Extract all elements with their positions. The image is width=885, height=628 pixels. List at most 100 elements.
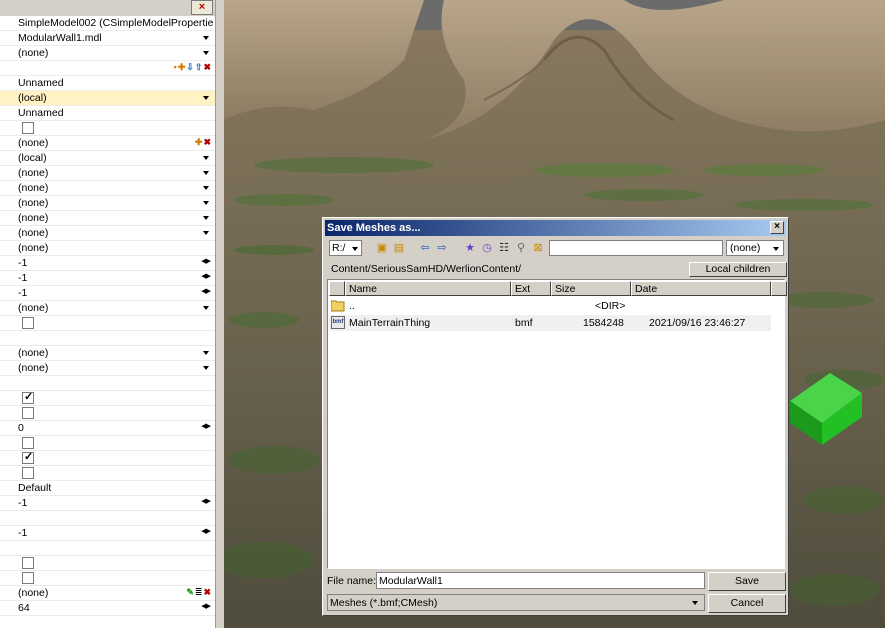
property-row[interactable]: 0 ◀▶ [0, 421, 215, 436]
search-icon[interactable]: ⚲ [514, 241, 528, 255]
back-icon[interactable]: ⇦ [418, 241, 432, 255]
property-row[interactable]: -1 ◀▶ [0, 496, 215, 511]
property-row[interactable]: -1 ◀▶ [0, 271, 215, 286]
property-row[interactable]: ModularWall1.mdl [0, 31, 215, 46]
property-row[interactable] [0, 511, 215, 526]
property-row[interactable]: -1 ◀▶ [0, 286, 215, 301]
file-name-input[interactable]: ModularWall1 [376, 572, 705, 589]
favorites-star-icon[interactable]: ★ [463, 241, 477, 255]
property-row[interactable]: (none) [0, 226, 215, 241]
remove-icon[interactable]: ✖ [203, 62, 212, 72]
spinner-arrows-icon[interactable]: ◀▶ [201, 272, 211, 280]
column-header-ext[interactable]: Ext [511, 281, 551, 296]
property-row[interactable]: ✓ [0, 391, 215, 406]
remove-icon[interactable]: ✖ [203, 137, 212, 147]
chevron-down-icon[interactable] [203, 201, 209, 205]
property-row[interactable]: (local) [0, 91, 215, 106]
details-view-icon[interactable]: ☷ [497, 241, 511, 255]
property-row[interactable] [0, 406, 215, 421]
chevron-down-icon[interactable] [203, 186, 209, 190]
property-checkbox[interactable] [22, 557, 34, 569]
spinner-arrows-icon[interactable]: ◀▶ [201, 422, 211, 430]
property-checkbox[interactable]: ✓ [22, 391, 34, 404]
property-row[interactable]: Unnamed [0, 76, 215, 91]
spinner-arrows-icon[interactable]: ◀▶ [201, 257, 211, 265]
property-checkbox[interactable]: ✓ [22, 451, 34, 464]
chevron-down-icon[interactable] [203, 96, 209, 100]
file-list[interactable]: Name Ext Size Date .. <DIR> bmf MainTerr… [327, 279, 787, 569]
list-item[interactable]: .. <DIR> [329, 298, 771, 314]
property-row[interactable]: Unnamed [0, 106, 215, 121]
spinner-arrows-icon[interactable]: ◀▶ [201, 287, 211, 295]
list-item[interactable]: bmf MainTerrainThing bmf 1584248 2021/09… [329, 315, 771, 331]
property-row[interactable]: -1 ◀▶ [0, 526, 215, 541]
property-row[interactable]: (none) [0, 46, 215, 61]
property-row[interactable] [0, 466, 215, 481]
property-row[interactable] [0, 331, 215, 346]
property-row[interactable] [0, 541, 215, 556]
property-row[interactable]: (none) [0, 301, 215, 316]
property-row[interactable] [0, 616, 215, 628]
property-row[interactable] [0, 556, 215, 571]
property-row[interactable]: (none) [0, 241, 215, 256]
chevron-down-icon[interactable] [203, 216, 209, 220]
selected-model-cube[interactable] [790, 373, 870, 445]
panel-splitter[interactable] [215, 0, 224, 628]
property-row[interactable] [0, 316, 215, 331]
forward-icon[interactable]: ⇨ [435, 241, 449, 255]
column-header-size[interactable]: Size [551, 281, 631, 296]
panel-close-button[interactable]: × [191, 0, 213, 15]
chevron-down-icon[interactable] [203, 231, 209, 235]
spinner-arrows-icon[interactable]: ◀▶ [201, 527, 211, 535]
new-folder-icon[interactable]: ▣ [375, 241, 389, 255]
dialog-close-button[interactable]: × [770, 221, 784, 234]
property-row[interactable]: -1 ◀▶ [0, 256, 215, 271]
up-folder-icon[interactable]: ▤ [392, 241, 406, 255]
property-row[interactable]: Default [0, 481, 215, 496]
property-row[interactable]: (local) [0, 151, 215, 166]
property-row[interactable] [0, 436, 215, 451]
dialog-title-bar[interactable]: Save Meshes as... × [325, 220, 786, 236]
spinner-arrows-icon[interactable]: ◀▶ [201, 602, 211, 610]
chevron-down-icon[interactable] [203, 156, 209, 160]
filter-combo[interactable]: (none) [726, 240, 784, 256]
delete-file-icon[interactable]: ⊠ [531, 241, 545, 255]
property-row[interactable] [0, 376, 215, 391]
local-children-button[interactable]: Local children [689, 262, 787, 277]
property-checkbox[interactable] [22, 467, 34, 479]
filter-input[interactable] [549, 240, 723, 256]
property-checkbox[interactable] [22, 407, 34, 419]
property-row[interactable]: (none) ✚✖ [0, 136, 215, 151]
history-clock-icon[interactable]: ◷ [480, 241, 494, 255]
property-checkbox[interactable] [22, 122, 34, 134]
property-checkbox[interactable] [22, 437, 34, 449]
chevron-down-icon[interactable] [203, 351, 209, 355]
spinner-arrows-icon[interactable]: ◀▶ [201, 497, 211, 505]
edit-pencil-icon[interactable]: ✎ [186, 587, 195, 597]
file-type-select[interactable]: Meshes (*.bmf;CMesh) [327, 594, 705, 611]
chevron-down-icon[interactable] [203, 366, 209, 370]
column-header-date[interactable]: Date [631, 281, 771, 296]
property-checkbox[interactable] [22, 572, 34, 584]
property-row[interactable] [0, 121, 215, 136]
property-row[interactable]: 64 ◀▶ [0, 601, 215, 616]
chevron-down-icon[interactable] [203, 51, 209, 55]
property-row[interactable] [0, 571, 215, 586]
remove-icon[interactable]: ✖ [203, 587, 212, 597]
property-row[interactable]: (none) ✎≣✖ [0, 586, 215, 601]
save-button[interactable]: Save [708, 572, 786, 591]
chevron-down-icon[interactable] [203, 306, 209, 310]
property-row[interactable]: (none) [0, 166, 215, 181]
drive-select[interactable]: R:/ [329, 240, 362, 256]
property-row[interactable]: (none) [0, 361, 215, 376]
column-header-icon[interactable] [329, 281, 345, 296]
property-row[interactable]: ▪✚⇩⇧✖ [0, 61, 215, 76]
chevron-down-icon[interactable] [203, 36, 209, 40]
property-checkbox[interactable] [22, 317, 34, 329]
cancel-button[interactable]: Cancel [708, 594, 786, 613]
column-header-name[interactable]: Name [345, 281, 511, 296]
move-down-icon[interactable]: ⇩ [186, 62, 195, 72]
chevron-down-icon[interactable] [203, 171, 209, 175]
property-row[interactable]: SimpleModel002 (CSimpleModelProperties [0, 16, 215, 31]
property-row[interactable]: ✓ [0, 451, 215, 466]
